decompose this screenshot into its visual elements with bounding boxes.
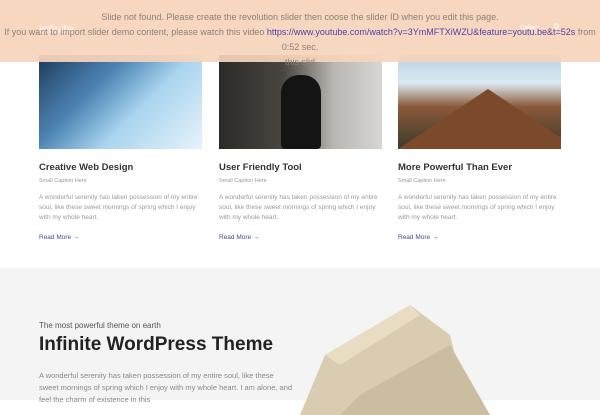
card-caption: Small Caption Here <box>398 178 446 184</box>
feature-card: User Friendly Tool Small Caption Here A … <box>219 55 382 241</box>
card-text: A wonderful serenity has taken possessio… <box>398 194 557 221</box>
notice-line3: this slid <box>284 57 315 67</box>
card-title: More Powerful Than Ever <box>398 162 513 173</box>
card-title: Creative Web Design <box>39 162 134 173</box>
promo-text: A wonderful serenity has taken possessio… <box>39 371 293 404</box>
promo-title: Infinite WordPress Theme <box>39 334 274 355</box>
youtube-link[interactable]: https://www.youtube.com/watch?v=3YmMFTXi… <box>267 27 575 37</box>
promo-subtitle: The most powerful theme on earth <box>39 321 161 330</box>
notice-line1: Slide not found. Please create the revol… <box>101 12 499 22</box>
card-title: User Friendly Tool <box>219 162 302 173</box>
card-caption: Small Caption Here <box>39 178 87 184</box>
feature-card: Creative Web Design Small Caption Here A… <box>39 55 202 241</box>
card-text: A wonderful serenity has taken possessio… <box>39 194 198 221</box>
read-more-link[interactable]: Read More → <box>219 234 382 241</box>
slider-not-found-message: Slide not found. Please create the revol… <box>0 10 600 70</box>
feature-card: More Powerful Than Ever Small Caption He… <box>398 55 561 241</box>
wood-blocks-image <box>300 305 490 415</box>
notice-line2: If you want to import slider demo conten… <box>4 27 265 37</box>
read-more-link[interactable]: Read More → <box>398 234 561 241</box>
card-caption: Small Caption Here <box>219 178 267 184</box>
read-more-link[interactable]: Read More → <box>39 234 202 241</box>
card-text: A wonderful serenity has taken possessio… <box>219 194 378 221</box>
